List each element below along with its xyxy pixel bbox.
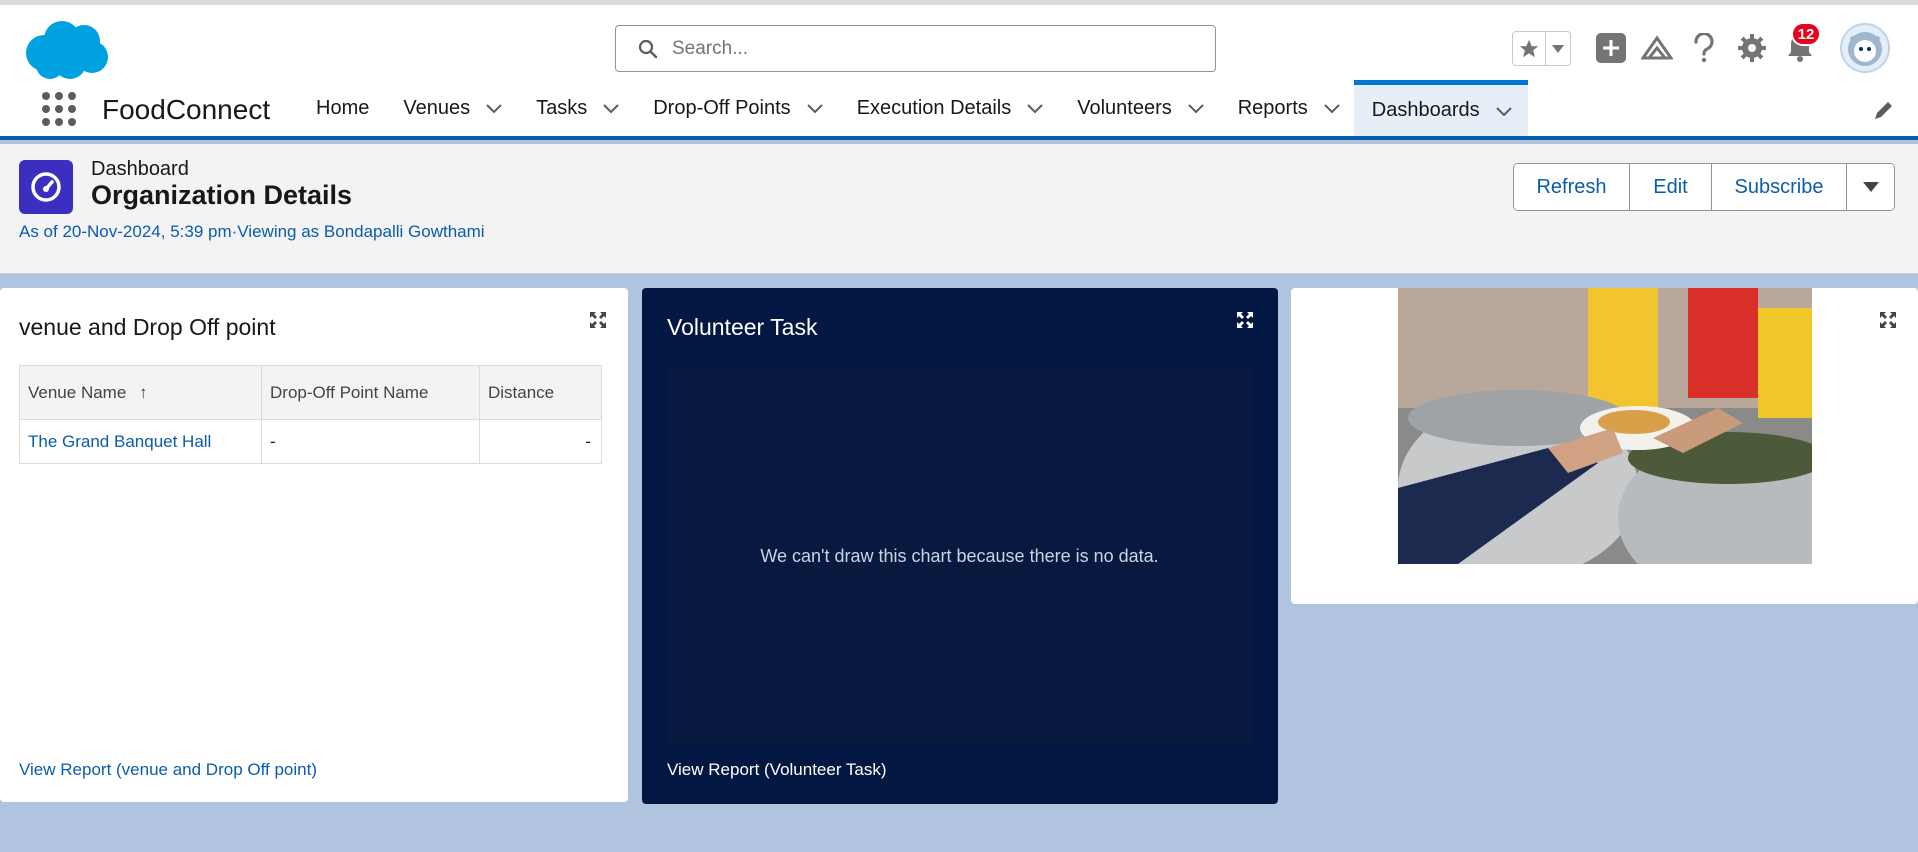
dashboard-actions: Refresh Edit Subscribe <box>1513 163 1895 211</box>
nav-tab-volunteers[interactable]: Volunteers <box>1057 80 1218 136</box>
column-header-venue-name[interactable]: Venue Name ↑ <box>19 365 262 420</box>
favorite-star-button[interactable] <box>1513 32 1547 65</box>
venue-name-link[interactable]: The Grand Banquet Hall <box>19 419 262 464</box>
subscribe-button[interactable]: Subscribe <box>1712 164 1847 210</box>
help-icon <box>1694 33 1714 63</box>
chevron-down-icon[interactable] <box>1322 98 1342 118</box>
expand-icon[interactable] <box>1235 310 1255 330</box>
chevron-down-icon[interactable] <box>1025 98 1045 118</box>
dashboard-refresh-info: As of 20-Nov-2024, 5:39 pm·Viewing as Bo… <box>19 222 485 241</box>
table-row: The Grand Banquet Hall - - <box>19 419 602 464</box>
nav-tab-reports[interactable]: Reports <box>1218 80 1354 136</box>
chevron-down-icon[interactable] <box>1186 98 1206 118</box>
no-data-message: We can't draw this chart because there i… <box>760 545 1159 566</box>
favorites-dropdown-button[interactable] <box>1546 32 1570 65</box>
gear-icon <box>1738 34 1766 62</box>
food-serving-photo <box>1398 288 1812 564</box>
report-table: Venue Name ↑ Drop-Off Point Name Distanc… <box>19 365 602 464</box>
chevron-down-icon[interactable] <box>601 98 621 118</box>
nav-tab-label: Tasks <box>536 96 588 119</box>
view-report-link[interactable]: View Report (Volunteer Task) <box>667 760 887 780</box>
sort-ascending-icon: ↑ <box>139 382 148 402</box>
nav-tab-label: Volunteers <box>1077 96 1172 119</box>
refresh-button[interactable]: Refresh <box>1514 164 1630 210</box>
widget-title: venue and Drop Off point <box>19 314 276 340</box>
app-name: FoodConnect <box>102 94 271 125</box>
help-button[interactable] <box>1687 31 1721 65</box>
trailhead-icon <box>1641 35 1673 60</box>
expand-icon[interactable] <box>588 310 608 330</box>
salesforce-logo[interactable] <box>22 19 110 81</box>
more-actions-button[interactable] <box>1847 164 1894 210</box>
caret-down-icon <box>1552 44 1565 53</box>
nav-tab-tasks[interactable]: Tasks <box>516 80 633 136</box>
nav-tab-home[interactable]: Home <box>296 80 383 136</box>
star-icon <box>1520 39 1539 57</box>
favorites-group <box>1512 31 1571 66</box>
nav-tab-label: Execution Details <box>856 96 1012 119</box>
chevron-down-icon[interactable] <box>484 98 504 118</box>
nav-tab-drop-off-points[interactable]: Drop-Off Points <box>633 80 836 136</box>
nav-tab-label: Home <box>316 96 370 119</box>
global-create-button[interactable] <box>1594 31 1628 65</box>
image-widget <box>1291 288 1918 604</box>
setup-button[interactable] <box>1735 31 1769 65</box>
volunteer-task-widget: Volunteer Task We can't draw this chart … <box>642 288 1278 804</box>
nav-tab-label: Venues <box>403 96 471 119</box>
column-header-distance[interactable]: Distance <box>479 365 602 420</box>
astro-avatar-icon <box>1848 32 1882 66</box>
table-header-row: Venue Name ↑ Drop-Off Point Name Distanc… <box>19 365 602 420</box>
edit-button[interactable]: Edit <box>1630 164 1712 210</box>
add-icon <box>1596 33 1626 63</box>
page-title: Organization Details <box>91 180 353 210</box>
nav-tab-execution-details[interactable]: Execution Details <box>837 80 1058 136</box>
app-launcher-icon[interactable] <box>42 92 76 126</box>
nav-tab-dashboards[interactable]: Dashboards <box>1353 80 1528 136</box>
widget-title: Volunteer Task <box>667 314 818 340</box>
view-report-link[interactable]: View Report (venue and Drop Off point) <box>19 760 317 780</box>
distance-cell: - <box>479 419 602 464</box>
user-avatar[interactable] <box>1840 23 1890 73</box>
dashboard-header: Dashboard Organization Details As of 20-… <box>0 144 1918 274</box>
chevron-down-icon[interactable] <box>1494 101 1514 121</box>
search-input[interactable] <box>672 37 1192 60</box>
dashboard-type-label: Dashboard <box>91 158 189 180</box>
edit-nav-pencil-icon[interactable] <box>1872 98 1896 122</box>
venue-dropoff-widget: venue and Drop Off point Venue Name ↑ Dr… <box>0 288 628 802</box>
column-header-dropoff-point[interactable]: Drop-Off Point Name <box>261 365 480 420</box>
nav-tab-label: Reports <box>1237 96 1308 119</box>
nav-tab-venues[interactable]: Venues <box>383 80 516 136</box>
global-search[interactable] <box>615 25 1216 72</box>
notification-count-badge: 12 <box>1791 22 1821 46</box>
nav-tabs: Home Venues Tasks Drop-Off Points Execut… <box>296 80 1528 136</box>
dashboard-gauge-icon <box>19 160 73 214</box>
trailhead-button[interactable] <box>1640 31 1674 65</box>
global-header: 12 <box>0 0 1918 80</box>
nav-tab-label: Drop-Off Points <box>653 96 791 119</box>
dropoff-point-cell: - <box>261 419 480 464</box>
search-icon <box>638 39 658 58</box>
nav-tab-label: Dashboards <box>1371 99 1480 121</box>
chart-area: We can't draw this chart because there i… <box>667 366 1252 746</box>
chevron-down-icon[interactable] <box>805 98 825 118</box>
expand-icon[interactable] <box>1878 310 1898 330</box>
app-navigation-bar: FoodConnect Home Venues Tasks Drop-Off P… <box>0 80 1918 140</box>
caret-down-icon <box>1862 182 1879 192</box>
